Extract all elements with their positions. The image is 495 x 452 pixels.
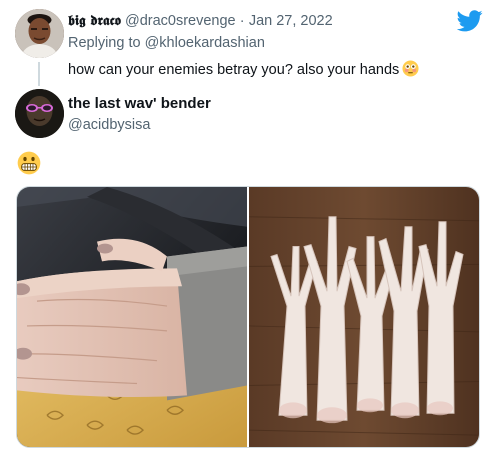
reply-body: how can your enemies betray you? also yo… (68, 62, 400, 78)
reply-handle[interactable]: @drac0srevenge (125, 13, 236, 29)
reply-text: how can your enemies betray you? also yo… (68, 60, 419, 78)
tweet-screenshot: 𝖇𝖎𝖌 𝖉𝖗𝖆𝖈𝖔 @drac0srevenge · Jan 27, 2022 … (0, 0, 495, 452)
separator-dot: · (239, 13, 245, 29)
twitter-bird-icon[interactable] (457, 10, 483, 32)
reply-display-name[interactable]: 𝖇𝖎𝖌 𝖉𝖗𝖆𝖈𝖔 (68, 13, 121, 29)
author-display-name[interactable]: the last wav' bender (68, 95, 211, 112)
grimacing-face-emoji-icon (17, 151, 41, 175)
flushed-face-emoji-icon (402, 60, 419, 77)
reply-date[interactable]: Jan 27, 2022 (249, 13, 333, 29)
replying-to-mention[interactable]: @khloekardashian (145, 35, 265, 51)
avatar[interactable] (15, 89, 64, 138)
chicken-feet-photo[interactable] (249, 187, 479, 447)
replying-to: Replying to @khloekardashian (68, 35, 265, 51)
replying-to-prefix: Replying to (68, 35, 141, 51)
reply-header: 𝖇𝖎𝖌 𝖉𝖗𝖆𝖈𝖔 @drac0srevenge · Jan 27, 2022 (68, 12, 333, 30)
media-grid (16, 186, 480, 448)
hand-photo[interactable] (17, 187, 247, 447)
thread-connector (38, 62, 40, 86)
avatar[interactable] (15, 9, 64, 58)
author-handle[interactable]: @acidbysisa (68, 117, 150, 133)
